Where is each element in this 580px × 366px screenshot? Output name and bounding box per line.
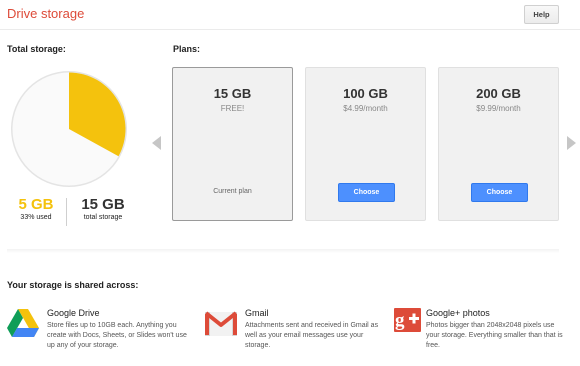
storage-used: 5 GB 33% used [8, 196, 64, 221]
service-name: Gmail [245, 308, 269, 318]
shared-across-label: Your storage is shared across: [7, 280, 139, 290]
choose-200gb-button[interactable]: Choose [471, 183, 528, 202]
total-caption: total storage [83, 214, 123, 221]
google-plus-icon: g [394, 308, 421, 332]
plan-card-100gb: 100 GB $4.99/month Choose [305, 67, 426, 221]
page-title: Drive storage [7, 6, 85, 21]
section-divider [7, 249, 559, 253]
help-button[interactable]: Help [524, 5, 559, 24]
prev-plans-arrow[interactable] [152, 136, 161, 150]
header: Drive storage Help [0, 0, 580, 30]
plan-card-15gb: 15 GB FREE! Current plan [172, 67, 293, 221]
used-caption: 33% used [20, 214, 52, 221]
used-value: 5 GB [18, 196, 54, 213]
plan-card-200gb: 200 GB $9.99/month Choose [438, 67, 559, 221]
plan-price: FREE! [220, 104, 245, 113]
plan-price: $9.99/month [476, 104, 521, 113]
total-storage-label: Total storage: [7, 44, 66, 54]
svg-text:g: g [395, 310, 405, 331]
service-name: Google+ photos [426, 308, 490, 318]
next-plans-arrow[interactable] [567, 136, 576, 150]
plans-label: Plans: [173, 44, 201, 54]
google-drive-icon [7, 309, 39, 337]
service-name: Google Drive [47, 308, 100, 318]
service-description: Store files up to 10GB each. Anything yo… [47, 322, 187, 349]
choose-100gb-button[interactable]: Choose [338, 183, 395, 202]
total-value: 15 GB [81, 196, 125, 213]
plan-size: 100 GB [343, 86, 388, 101]
plan-size: 15 GB [213, 86, 252, 101]
storage-pie-chart [11, 71, 127, 187]
plan-size: 200 GB [476, 86, 521, 101]
plan-price: $4.99/month [343, 104, 388, 113]
gmail-icon [205, 311, 237, 336]
storage-total: 15 GB total storage [72, 196, 134, 221]
service-description: Attachments sent and received in Gmail a… [245, 322, 379, 349]
service-description: Photos bigger than 2048x2048 pixels use … [426, 322, 563, 349]
current-plan-label: Current plan [213, 188, 252, 195]
storage-divider [66, 198, 67, 226]
